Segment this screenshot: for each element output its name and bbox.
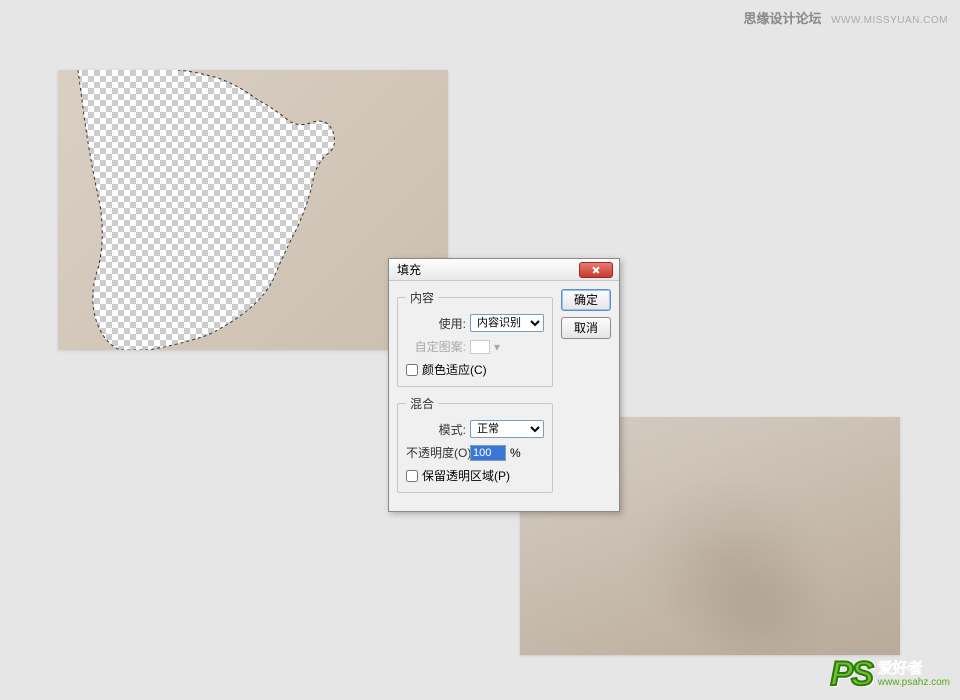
- bottom-watermark-text: 爱好者 www.psahz.com: [878, 661, 950, 689]
- dialog-right-column: 确定 取消: [561, 289, 611, 501]
- close-icon[interactable]: [579, 262, 613, 278]
- content-legend: 内容: [406, 289, 438, 306]
- pattern-dropdown-icon: ▾: [494, 340, 500, 354]
- preserve-transparency-checkbox[interactable]: [406, 470, 418, 482]
- blend-legend: 混合: [406, 395, 438, 412]
- top-watermark: 思缘设计论坛 WWW.MISSYUAN.COM: [743, 8, 948, 27]
- ps-logo-text: PS: [830, 655, 871, 694]
- use-label: 使用:: [406, 315, 466, 332]
- custom-pattern-label: 自定图案:: [406, 338, 466, 355]
- opacity-label: 不透明度(O):: [406, 444, 466, 461]
- top-watermark-text: 思缘设计论坛: [743, 11, 821, 26]
- bottom-watermark: PS 爱好者 www.psahz.com: [830, 655, 950, 694]
- transparency-cutout: [78, 70, 334, 350]
- dialog-left-column: 内容 使用: 内容识别 自定图案: ▾ 颜色适应(C): [397, 289, 553, 501]
- dialog-titlebar[interactable]: 填充: [389, 259, 619, 281]
- fill-dialog: 填充 内容 使用: 内容识别 自定图案: ▾ 颜色适: [388, 258, 620, 512]
- bottom-watermark-en: www.psahz.com: [878, 677, 950, 688]
- opacity-input[interactable]: [470, 445, 506, 461]
- dialog-title: 填充: [397, 261, 421, 278]
- blend-fieldset: 混合 模式: 正常 不透明度(O): % 保留透明区域(P): [397, 395, 553, 493]
- use-select[interactable]: 内容识别: [470, 314, 544, 332]
- mode-label: 模式:: [406, 421, 466, 438]
- content-fieldset: 内容 使用: 内容识别 自定图案: ▾ 颜色适应(C): [397, 289, 553, 387]
- dialog-body: 内容 使用: 内容识别 自定图案: ▾ 颜色适应(C): [389, 281, 619, 511]
- color-adapt-checkbox[interactable]: [406, 364, 418, 376]
- color-adapt-label: 颜色适应(C): [422, 361, 487, 378]
- top-watermark-url: WWW.MISSYUAN.COM: [831, 15, 948, 26]
- mode-select[interactable]: 正常: [470, 420, 544, 438]
- preserve-transparency-label: 保留透明区域(P): [422, 467, 510, 484]
- opacity-unit: %: [510, 446, 521, 460]
- cancel-button[interactable]: 取消: [561, 317, 611, 339]
- bottom-watermark-cn: 爱好者: [878, 661, 950, 678]
- custom-pattern-swatch: [470, 340, 490, 354]
- ok-button[interactable]: 确定: [561, 289, 611, 311]
